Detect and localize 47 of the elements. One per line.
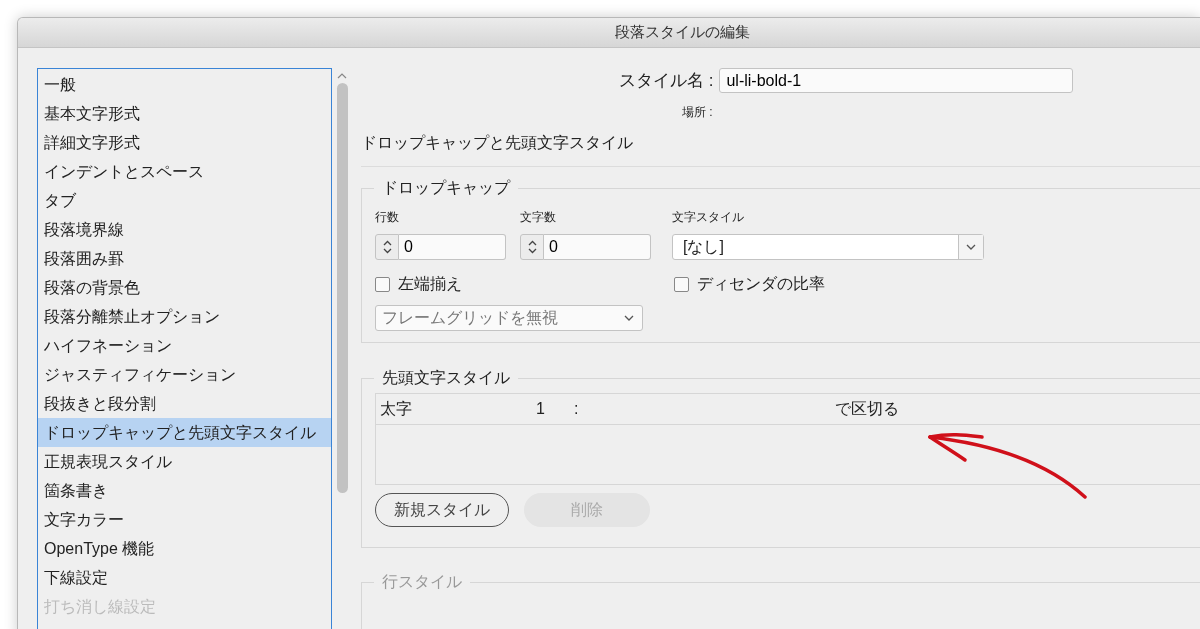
checkbox-label: ディセンダの比率 xyxy=(697,274,825,294)
sidebar-item[interactable]: 正規表現スタイル xyxy=(38,447,331,476)
sidebar-item[interactable]: 箇条書き xyxy=(38,476,331,505)
checkbox[interactable] xyxy=(375,277,390,292)
window-title: 段落スタイルの編集 xyxy=(615,23,750,42)
sidebar-item[interactable]: タブ xyxy=(38,186,331,215)
sidebar-item[interactable]: ハイフネーション xyxy=(38,331,331,360)
style-button[interactable]: 新規スタイル xyxy=(375,493,509,527)
table-cell[interactable]: 1 xyxy=(536,400,574,418)
chevron-up-icon[interactable] xyxy=(337,73,347,79)
sidebar-item[interactable]: ドロップキャップと先頭文字スタイル xyxy=(38,418,331,447)
sidebar-item[interactable]: 段落の背景色 xyxy=(38,273,331,302)
stepper-arrows-icon xyxy=(381,240,393,254)
style-name-field[interactable]: ul-li-bold-1 xyxy=(719,68,1074,93)
sidebar-item[interactable]: 文字カラー xyxy=(38,505,331,534)
field-label: 文字スタイル xyxy=(672,209,745,226)
field-label: 文字数 xyxy=(520,209,557,226)
style-dropdown[interactable]: [なし] xyxy=(672,234,984,260)
sidebar-item[interactable]: インデントとスペース xyxy=(38,157,331,186)
sidebar-item[interactable]: ジャスティフィケーション xyxy=(38,360,331,389)
sidebar-item[interactable]: 詳細文字形式 xyxy=(38,128,331,157)
section-title: ドロップキャップと先頭文字スタイル xyxy=(361,133,634,153)
field-label: スタイル名 : xyxy=(619,70,714,92)
sidebar-item[interactable]: 一般 xyxy=(38,70,331,99)
sidebar-item[interactable]: 段落囲み罫 xyxy=(38,244,331,273)
checkbox-label: 左端揃え xyxy=(398,274,462,294)
sidebar-item[interactable]: OpenType 機能 xyxy=(38,534,331,563)
field-label: 場所 : xyxy=(682,105,713,119)
table-cell[interactable]: 太字 xyxy=(380,398,536,420)
stepper-button[interactable] xyxy=(375,234,399,260)
chevron-down-icon[interactable] xyxy=(966,244,976,250)
table-cell[interactable]: : xyxy=(574,400,835,418)
group-title: 先頭文字スタイル xyxy=(374,368,518,389)
stepper-button[interactable] xyxy=(520,234,544,260)
number-field[interactable]: 0 xyxy=(544,234,651,260)
sidebar-item[interactable]: 段落境界線 xyxy=(38,215,331,244)
field-label: 行数 xyxy=(375,209,400,226)
sidebar-item[interactable]: 段抜きと段分割 xyxy=(38,389,331,418)
number-field[interactable]: 0 xyxy=(399,234,506,260)
scrollbar-thumb[interactable] xyxy=(336,83,348,493)
group-title: 行スタイル xyxy=(374,572,470,593)
stepper-arrows-icon xyxy=(526,240,538,254)
sidebar-item[interactable]: 基本文字形式 xyxy=(38,99,331,128)
checkbox[interactable] xyxy=(674,277,689,292)
sidebar-item[interactable]: 段落分離禁止オプション xyxy=(38,302,331,331)
sidebar-item[interactable]: 下線設定 xyxy=(38,563,331,592)
table-cell[interactable]: で区切る xyxy=(835,398,899,420)
